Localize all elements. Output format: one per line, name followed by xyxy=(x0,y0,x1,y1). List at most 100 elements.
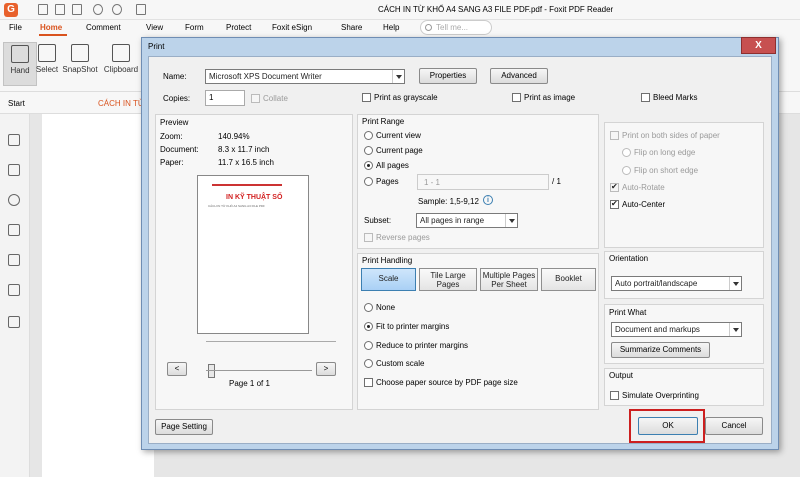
select-label: Select xyxy=(35,65,59,74)
bleed-marks-checkbox[interactable] xyxy=(641,93,650,102)
preview-thumbnail: IN KỸ THUẬT SỐ CÁCH IN TỪ KHỔ A4 SANG A3… xyxy=(197,175,309,334)
tell-me-search[interactable]: Tell me... xyxy=(420,20,492,35)
flip-long-edge-radio[interactable] xyxy=(622,148,631,157)
pages-input[interactable]: 1 - 1 xyxy=(417,174,549,190)
print-icon[interactable] xyxy=(72,4,82,15)
window-title: CÁCH IN TỪ KHỔ A4 SANG A3 FILE PDF.pdf -… xyxy=(378,5,614,14)
current-view-radio[interactable] xyxy=(364,131,373,140)
flip-short-edge-label: Flip on short edge xyxy=(634,166,699,175)
chevron-down-icon xyxy=(505,214,517,227)
page-setting-button[interactable]: Page Setting xyxy=(155,419,213,435)
booklet-tab[interactable]: Booklet xyxy=(541,268,596,291)
lightbulb-icon xyxy=(425,24,432,31)
collate-checkbox[interactable] xyxy=(251,94,260,103)
subset-value: All pages in range xyxy=(420,216,485,225)
menu-home[interactable]: Home xyxy=(40,23,62,32)
flip-long-edge-label: Flip on long edge xyxy=(634,148,696,157)
reduce-to-margins-radio[interactable] xyxy=(364,341,373,350)
output-title: Output xyxy=(609,371,634,380)
properties-button[interactable]: Properties xyxy=(419,68,477,84)
fit-to-margins-label: Fit to printer margins xyxy=(376,322,450,331)
snapshot-button[interactable]: SnapShot xyxy=(62,42,98,86)
pages-label: Pages xyxy=(376,177,399,186)
save-icon[interactable] xyxy=(55,4,65,15)
copies-input[interactable]: 1 xyxy=(205,90,245,106)
zoom-value: 140.94% xyxy=(218,132,250,141)
layers-icon[interactable] xyxy=(8,224,20,236)
menu-share[interactable]: Share xyxy=(341,23,362,32)
tab-start[interactable]: Start xyxy=(8,99,25,108)
comments-icon[interactable] xyxy=(8,194,20,206)
clipboard-button[interactable]: Clipboard xyxy=(102,42,140,86)
redo-icon[interactable] xyxy=(112,4,122,15)
flip-short-edge-radio[interactable] xyxy=(622,166,631,175)
clipboard-icon xyxy=(112,44,130,62)
select-tool-button[interactable]: Select xyxy=(30,42,64,86)
scale-tab[interactable]: Scale xyxy=(361,268,416,291)
auto-center-checkbox[interactable] xyxy=(610,199,619,209)
summarize-comments-button[interactable]: Summarize Comments xyxy=(611,342,710,358)
fit-to-margins-radio[interactable] xyxy=(364,322,373,331)
menu-view[interactable]: View xyxy=(146,23,163,32)
subset-select[interactable]: All pages in range xyxy=(416,213,518,228)
reduce-to-margins-label: Reduce to printer margins xyxy=(376,341,469,350)
info-icon[interactable]: i xyxy=(483,195,493,205)
open-file-icon[interactable] xyxy=(38,4,48,15)
menu-protect[interactable]: Protect xyxy=(226,23,251,32)
tile-large-pages-tab[interactable]: Tile Large Pages xyxy=(419,268,477,291)
ok-button[interactable]: OK xyxy=(638,417,698,435)
menu-foxit-esign[interactable]: Foxit eSign xyxy=(272,23,312,32)
cancel-button[interactable]: Cancel xyxy=(705,417,763,435)
bookmark-icon[interactable] xyxy=(8,134,20,146)
print-as-image-checkbox[interactable] xyxy=(512,93,521,102)
attachment-icon[interactable] xyxy=(8,254,20,266)
copies-value: 1 xyxy=(209,93,214,102)
chevron-down-icon xyxy=(729,323,741,336)
orientation-value: Auto portrait/landscape xyxy=(615,279,698,288)
all-pages-radio[interactable] xyxy=(364,161,373,170)
menu-file[interactable]: File xyxy=(9,23,22,32)
pages-radio[interactable] xyxy=(364,177,373,186)
page-slider-thumb[interactable] xyxy=(208,364,215,378)
custom-scale-radio[interactable] xyxy=(364,359,373,368)
menu-form[interactable]: Form xyxy=(185,23,204,32)
orientation-select[interactable]: Auto portrait/landscape xyxy=(611,276,742,291)
grayscale-checkbox[interactable] xyxy=(362,93,371,102)
menu-comment[interactable]: Comment xyxy=(86,23,121,32)
clipboard-label: Clipboard xyxy=(103,65,139,74)
undo-icon[interactable] xyxy=(93,4,103,15)
pages-value: 1 - 1 xyxy=(424,178,441,187)
tab-document[interactable]: CÁCH IN TỪ xyxy=(98,99,145,108)
chevron-down-icon xyxy=(392,70,404,83)
next-page-button[interactable]: > xyxy=(316,362,336,376)
reverse-pages-checkbox[interactable] xyxy=(364,233,373,242)
cursor-icon xyxy=(38,44,56,62)
scale-none-radio[interactable] xyxy=(364,303,373,312)
chevron-down-icon xyxy=(729,277,741,290)
advanced-button[interactable]: Advanced xyxy=(490,68,548,84)
menu-help[interactable]: Help xyxy=(383,23,399,32)
pages-sample: Sample: 1,5-9,12 xyxy=(418,197,479,206)
paper-size-label: Paper: xyxy=(160,158,184,167)
dialog-title: Print xyxy=(148,42,165,51)
paper-source-label: Choose paper source by PDF page size xyxy=(376,378,518,387)
close-button[interactable]: X xyxy=(741,37,776,54)
document-size-label: Document: xyxy=(160,145,199,154)
printer-select[interactable]: Microsoft XPS Document Writer xyxy=(205,69,405,84)
both-sides-checkbox[interactable] xyxy=(610,131,619,140)
previous-page-button[interactable]: < xyxy=(167,362,187,376)
hand-tool-icon[interactable] xyxy=(136,4,146,15)
simulate-overprinting-checkbox[interactable] xyxy=(610,391,619,400)
page-slider-track[interactable] xyxy=(206,341,336,342)
orientation-title: Orientation xyxy=(609,254,649,263)
pages-icon[interactable] xyxy=(8,164,20,176)
auto-rotate-checkbox[interactable] xyxy=(610,182,619,192)
signature-icon[interactable] xyxy=(8,316,20,328)
multiple-pages-tab[interactable]: Multiple Pages Per Sheet xyxy=(480,268,538,291)
paper-source-checkbox[interactable] xyxy=(364,378,373,387)
subset-label: Subset: xyxy=(364,216,392,225)
current-page-radio[interactable] xyxy=(364,146,373,155)
print-handling-title: Print Handling xyxy=(362,256,413,265)
security-lock-icon[interactable] xyxy=(8,284,20,296)
print-what-select[interactable]: Document and markups xyxy=(611,322,742,337)
